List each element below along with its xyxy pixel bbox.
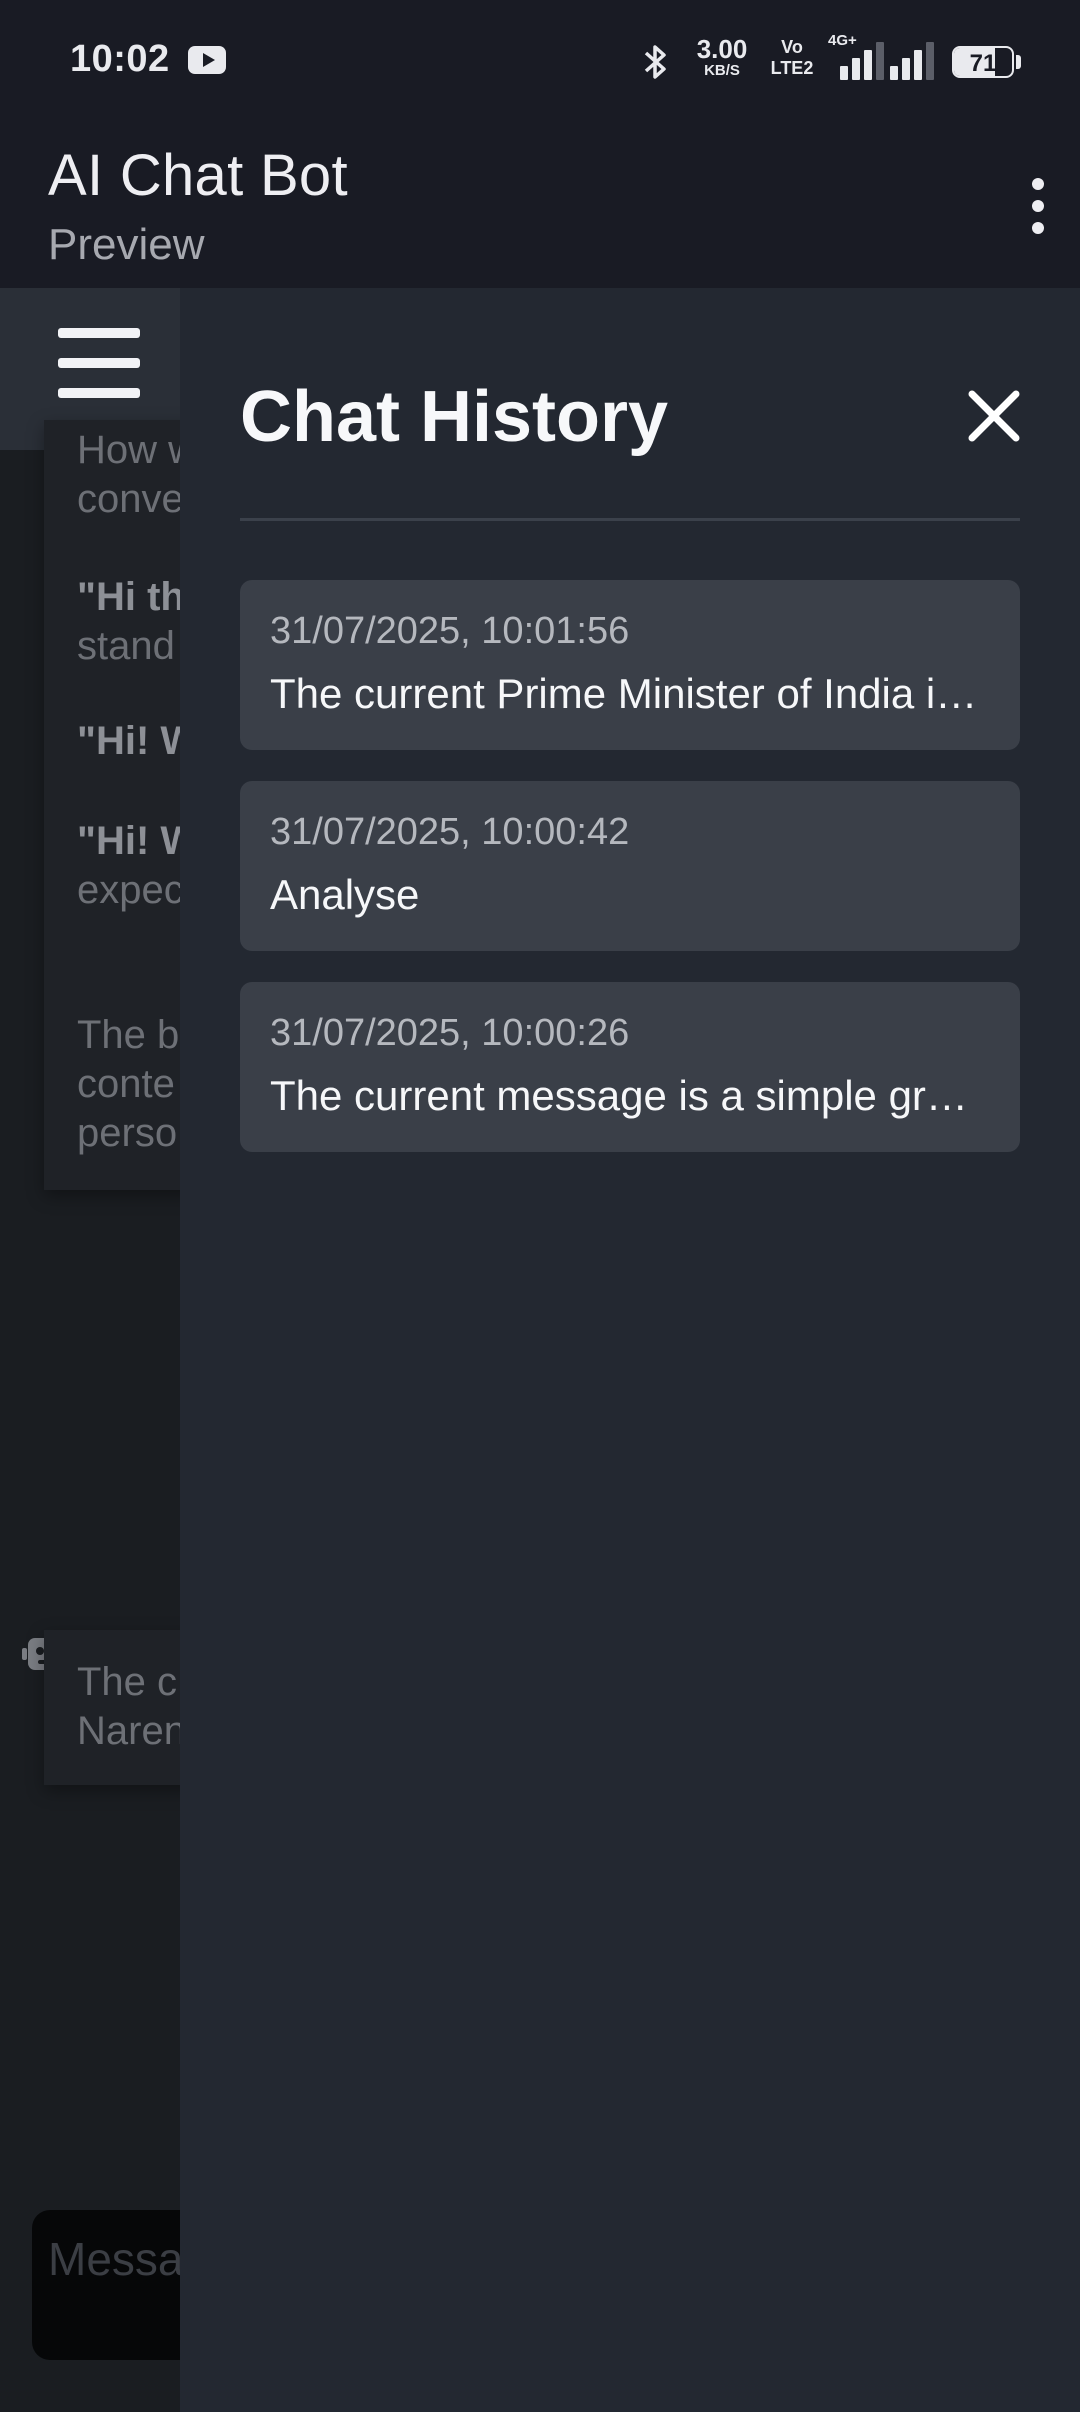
close-icon[interactable] <box>966 388 1022 444</box>
app-subtitle: Preview <box>48 220 205 269</box>
chat-line: How w <box>77 428 187 472</box>
chat-history-drawer: Chat History 31/07/2025, 10:01:56 The cu… <box>180 288 1080 2412</box>
bluetooth-icon <box>644 45 666 79</box>
history-item[interactable]: 31/07/2025, 10:01:56 The current Prime M… <box>240 580 1020 750</box>
drawer-title: Chat History <box>240 377 669 457</box>
network-speed: 3.00 KB/S <box>696 34 748 79</box>
history-preview: The current Prime Minister of India is N… <box>270 670 990 717</box>
hamburger-menu-icon[interactable] <box>58 328 140 398</box>
signal-4g-icon: 4G+ <box>828 32 884 80</box>
battery-cap <box>1016 55 1021 69</box>
chat-line: expec <box>77 868 184 912</box>
chat-line: The b <box>77 1013 180 1057</box>
more-options-icon[interactable] <box>1024 176 1052 236</box>
chat-line: stand <box>77 624 175 668</box>
chat-line: conve <box>77 477 184 521</box>
history-list: 31/07/2025, 10:01:56 The current Prime M… <box>240 580 1020 1183</box>
chat-line: conte <box>77 1062 175 1106</box>
history-preview: Analyse <box>270 871 420 918</box>
chat-line: Naren <box>77 1709 186 1753</box>
app-bar: AI Chat Bot Preview <box>0 124 1080 288</box>
chat-line: perso <box>77 1111 178 1155</box>
history-item[interactable]: 31/07/2025, 10:00:42 Analyse <box>240 781 1020 951</box>
history-timestamp: 31/07/2025, 10:00:26 <box>270 1012 630 1054</box>
signal-icon <box>890 40 942 80</box>
history-timestamp: 31/07/2025, 10:00:42 <box>270 811 630 853</box>
chat-line: "Hi! W <box>77 719 187 763</box>
volte-indicator: Vo LTE2 <box>770 37 814 78</box>
status-time: 10:02 <box>70 38 170 80</box>
battery-percent: 71 <box>969 50 997 77</box>
battery-icon: 71 <box>952 46 1014 78</box>
chat-line: "Hi th <box>77 575 185 619</box>
divider <box>240 518 1020 521</box>
status-bar: 10:02 3.00 KB/S Vo LTE2 4G+ 71 <box>0 0 1080 124</box>
history-timestamp: 31/07/2025, 10:01:56 <box>270 610 630 652</box>
app-title: AI Chat Bot <box>48 143 348 208</box>
message-input-placeholder: Message <box>48 2233 180 2285</box>
history-item[interactable]: 31/07/2025, 10:00:26 The current message… <box>240 982 1020 1152</box>
history-preview: The current message is a simple greeting… <box>270 1072 990 1119</box>
youtube-notification-icon <box>188 46 226 74</box>
chat-line: "Hi! W <box>77 819 187 863</box>
chat-line: The c <box>77 1660 178 1704</box>
